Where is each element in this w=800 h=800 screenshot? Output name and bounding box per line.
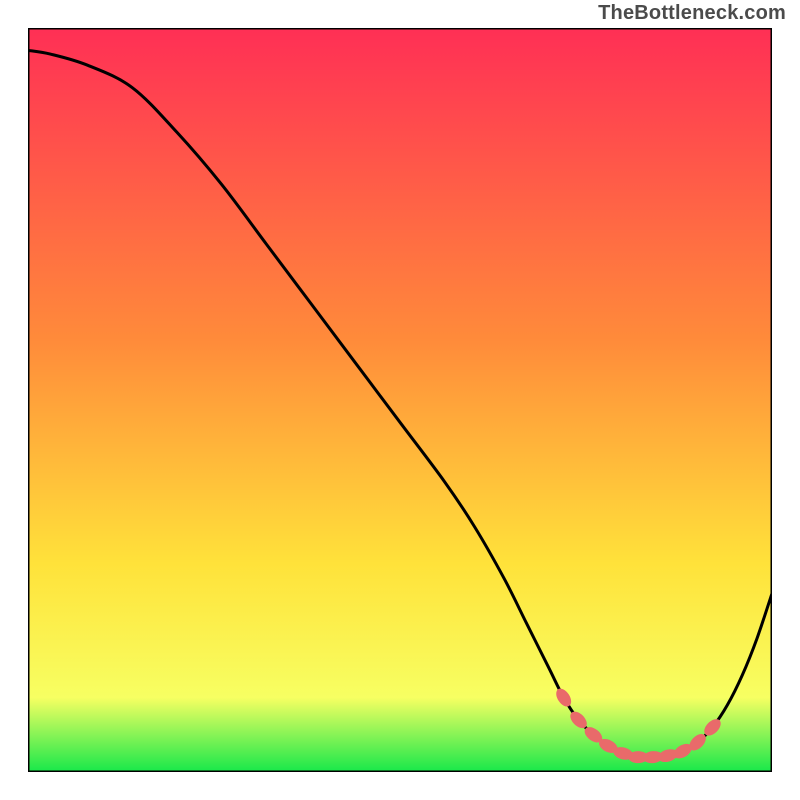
chart-container: { "watermark": "TheBottleneck.com", "col… <box>0 0 800 800</box>
gradient-background <box>28 28 772 772</box>
bottleneck-chart <box>28 28 772 772</box>
watermark-text: TheBottleneck.com <box>598 2 786 25</box>
